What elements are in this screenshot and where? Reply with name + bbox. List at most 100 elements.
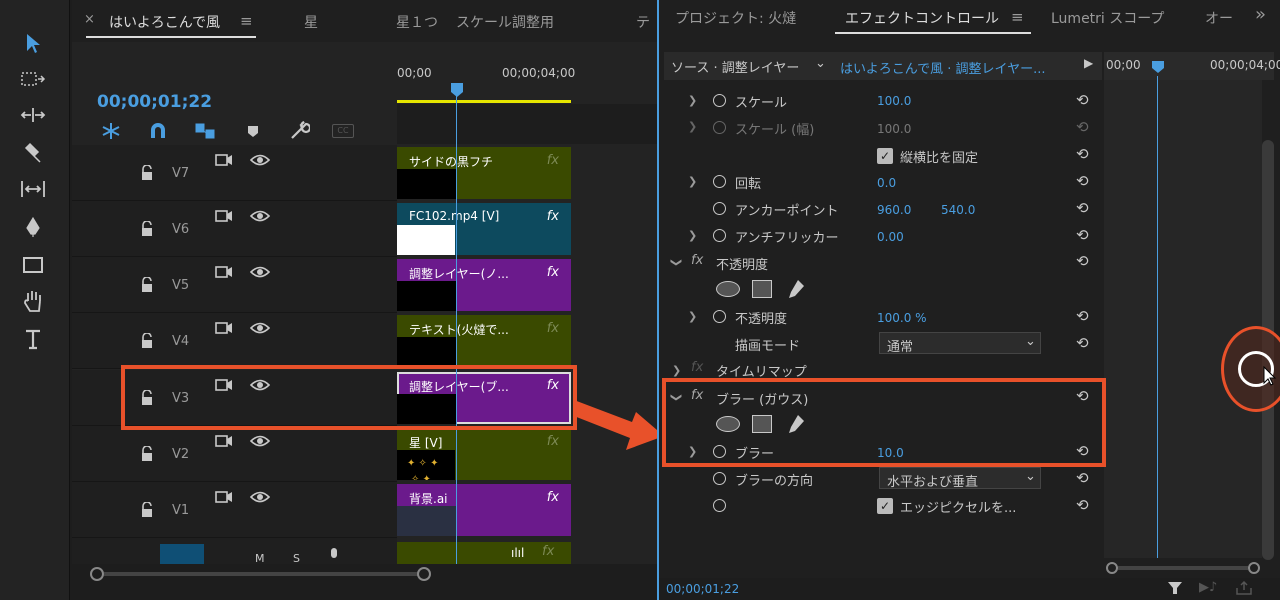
tab-lumetri-scopes[interactable]: Lumetri スコープ — [1051, 8, 1164, 28]
source-dropdown-chevron-icon[interactable]: ⌄ — [815, 56, 826, 71]
timeline-settings-wrench-icon[interactable] — [288, 120, 310, 142]
track-label[interactable]: V6 — [172, 222, 189, 237]
reset-icon[interactable]: ⟲ — [1076, 200, 1094, 216]
expand-time-remap-chevron[interactable]: ❯ — [672, 364, 681, 377]
sync-lock-icon[interactable] — [215, 321, 233, 335]
stopwatch-icon[interactable] — [713, 175, 726, 188]
razor-tool-icon[interactable] — [18, 140, 48, 166]
tab-effect-controls[interactable]: エフェクトコントロール — [845, 8, 999, 28]
reset-icon[interactable]: ⟲ — [1076, 308, 1094, 324]
stopwatch-icon[interactable] — [713, 499, 726, 512]
type-tool-icon[interactable] — [18, 326, 48, 352]
stopwatch-icon[interactable] — [713, 202, 726, 215]
ellipse-mask-icon[interactable] — [716, 281, 740, 297]
mini-playhead-icon[interactable] — [1151, 60, 1165, 74]
timeline-scrollbar[interactable] — [72, 564, 657, 600]
playhead-handle-icon[interactable] — [450, 82, 464, 98]
play-audio-icon[interactable]: ▶♪ — [1199, 580, 1217, 595]
expand-opacity-chevron[interactable]: ❯ — [688, 310, 697, 323]
anchor-y-value[interactable]: 540.0 — [941, 203, 975, 217]
expand-rotation-chevron[interactable]: ❯ — [688, 175, 697, 188]
hand-tool-icon[interactable] — [18, 288, 48, 314]
pen-tool-icon[interactable] — [18, 214, 48, 240]
keyframe-scrollbar[interactable] — [1104, 562, 1262, 574]
rotation-value[interactable]: 0.0 — [877, 176, 896, 190]
effect-controls-menu-icon[interactable]: ≡ — [1011, 8, 1024, 26]
source-target-link[interactable]: はいよろこんで風 · 調整レイヤー... — [840, 58, 1046, 77]
reset-icon[interactable]: ⟲ — [1076, 92, 1094, 108]
scroll-handle-left[interactable] — [90, 567, 104, 581]
eye-icon[interactable] — [250, 321, 270, 335]
timeline-clip[interactable]: 調整レイヤー(ノ... fx — [397, 259, 571, 311]
tab-truncated[interactable]: テ — [636, 12, 650, 32]
sync-lock-icon[interactable] — [215, 490, 233, 504]
rectangle-mask-icon[interactable] — [752, 280, 772, 298]
lock-icon[interactable] — [140, 333, 154, 349]
filter-funnel-icon[interactable] — [1167, 580, 1183, 596]
tab-scale-adjust[interactable]: スケール調整用 — [456, 12, 554, 32]
timecode-display[interactable]: 00;00;01;22 — [97, 92, 212, 112]
track-label[interactable]: V5 — [172, 278, 189, 293]
lock-icon[interactable] — [140, 277, 154, 293]
tab-menu-icon[interactable]: ≡ — [240, 12, 253, 30]
uniform-scale-checkbox[interactable]: ✓ — [877, 148, 893, 164]
reset-icon[interactable]: ⟲ — [1076, 253, 1094, 269]
timeline-clip[interactable]: テキスト(火燵で... fx — [397, 315, 571, 367]
track-label[interactable]: V4 — [172, 334, 189, 349]
sync-lock-icon[interactable] — [215, 153, 233, 167]
timeline-clip[interactable]: ✦ ✧ ✦ ✧ ✦ 星 [V] fx — [397, 428, 571, 480]
tab-active-sequence[interactable]: はいよろこんで風 — [109, 12, 220, 32]
reset-icon[interactable]: ⟲ — [1076, 335, 1094, 351]
captions-icon[interactable]: CC — [332, 124, 354, 138]
lock-icon[interactable] — [140, 165, 154, 181]
expand-antiflicker-chevron[interactable]: ❯ — [688, 229, 697, 242]
sync-lock-icon[interactable] — [215, 265, 233, 279]
stopwatch-icon[interactable] — [713, 229, 726, 242]
lock-icon[interactable] — [140, 502, 154, 518]
scale-value[interactable]: 100.0 — [877, 94, 911, 108]
keyframe-area[interactable] — [1104, 80, 1262, 558]
timeline-clip[interactable]: FC102.mp4 [V] fx — [397, 203, 571, 255]
ripple-edit-tool-icon[interactable] — [18, 102, 48, 128]
audio-clip[interactable]: ılıl fx — [397, 542, 571, 564]
stopwatch-icon[interactable] — [713, 94, 726, 107]
lock-icon[interactable] — [140, 446, 154, 462]
more-panels-icon[interactable]: » — [1255, 4, 1266, 25]
track-select-tool-icon[interactable] — [18, 66, 48, 92]
scroll-handle-right[interactable] — [417, 567, 431, 581]
reset-icon[interactable]: ⟲ — [1076, 497, 1094, 513]
lock-icon[interactable] — [140, 221, 154, 237]
repeat-edge-checkbox[interactable]: ✓ — [877, 498, 893, 514]
rectangle-tool-icon[interactable] — [18, 252, 48, 278]
blend-mode-dropdown[interactable]: 通常 ⌄ — [879, 332, 1041, 355]
track-label[interactable]: V1 — [172, 503, 189, 518]
tab-one-star[interactable]: 星１つ — [396, 12, 438, 32]
show-timeline-play-icon[interactable]: ▶ — [1084, 56, 1093, 70]
export-clip-icon[interactable] — [1235, 580, 1253, 596]
reset-icon[interactable]: ⟲ — [1076, 173, 1094, 189]
expand-scale-chevron[interactable]: ❯ — [688, 94, 697, 107]
add-marker-icon[interactable] — [246, 124, 260, 138]
tab-audio-truncated[interactable]: オー — [1205, 8, 1233, 28]
opacity-value[interactable]: 100.0 % — [877, 311, 927, 325]
snap-nest-icon[interactable] — [100, 122, 122, 140]
time-ruler[interactable]: 00;00 00;00;04;00 — [397, 42, 657, 104]
audio-target[interactable] — [160, 544, 204, 564]
footer-timecode[interactable]: 00;00;01;22 — [666, 582, 739, 596]
voiceover-mic-icon[interactable] — [328, 548, 340, 562]
eye-icon[interactable] — [250, 153, 270, 167]
slip-tool-icon[interactable] — [18, 176, 48, 202]
reset-icon[interactable]: ⟲ — [1076, 470, 1094, 486]
pen-mask-icon[interactable] — [786, 278, 806, 300]
eye-icon[interactable] — [250, 434, 270, 448]
track-label[interactable]: V7 — [172, 166, 189, 181]
stopwatch-icon[interactable] — [713, 310, 726, 323]
close-tab-icon[interactable]: × — [84, 12, 95, 27]
linked-selection-icon[interactable] — [194, 122, 216, 140]
anchor-x-value[interactable]: 960.0 — [877, 203, 911, 217]
collapse-opacity-chevron[interactable]: ❯ — [670, 258, 683, 267]
blur-direction-dropdown[interactable]: 水平および垂直 ⌄ — [879, 467, 1041, 490]
track-label[interactable]: V2 — [172, 447, 189, 462]
eye-icon[interactable] — [250, 209, 270, 223]
tab-star[interactable]: 星 — [304, 12, 318, 32]
